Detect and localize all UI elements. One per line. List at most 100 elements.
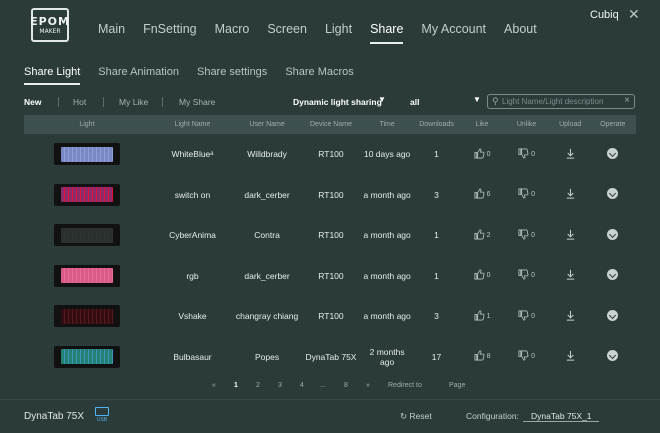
chevron-circle-icon[interactable]: [607, 309, 619, 321]
chevron-circle-icon[interactable]: [607, 188, 619, 200]
nav-share[interactable]: Share: [370, 22, 404, 44]
clear-icon[interactable]: ×: [624, 95, 630, 106]
page-3[interactable]: 3: [278, 382, 282, 389]
light-name: rgb: [186, 270, 199, 281]
like-count: 2: [486, 231, 491, 239]
time-cell: 10 days ago: [363, 149, 411, 160]
usb-label: USB: [96, 417, 108, 423]
downloads-cell: 1: [434, 230, 439, 241]
like-button[interactable]: 2: [474, 229, 491, 242]
tab-share-settings[interactable]: Share settings: [197, 66, 267, 78]
unlike-button[interactable]: 0: [518, 148, 535, 161]
like-button[interactable]: 0: [474, 269, 490, 282]
unlike-cell: 0: [502, 188, 550, 201]
nav-macro[interactable]: Macro: [215, 22, 250, 36]
user-name[interactable]: Cubiq: [590, 9, 619, 21]
light-thumbnail-cell: [24, 345, 150, 368]
light-thumbnail-cell: [24, 264, 150, 287]
next-page-button[interactable]: »: [366, 382, 370, 389]
page-label: Page: [449, 382, 466, 389]
keyboard-thumbnail[interactable]: [53, 143, 120, 166]
filter-hot[interactable]: Hot: [73, 97, 86, 107]
tab-share-light[interactable]: Share Light: [24, 66, 81, 85]
thumbs-down-icon: [518, 188, 529, 201]
tab-share-macros[interactable]: Share Macros: [285, 66, 353, 78]
caret-down-icon[interactable]: ▼: [378, 95, 386, 104]
filter-my-like[interactable]: My Like: [119, 97, 148, 107]
operate-cell: [590, 309, 636, 323]
keyboard-thumbnail[interactable]: [53, 345, 120, 368]
page-8[interactable]: 8: [344, 382, 348, 389]
nav-main[interactable]: Main: [98, 22, 125, 36]
nav-fnsetting[interactable]: FnSetting: [143, 22, 197, 36]
nav-about[interactable]: About: [504, 22, 537, 36]
page-2[interactable]: 2: [256, 382, 260, 389]
keyboard-thumbnail[interactable]: [53, 224, 120, 247]
tab-share-animation[interactable]: Share Animation: [98, 66, 179, 78]
like-count: 0: [486, 150, 491, 158]
download-icon[interactable]: [551, 148, 590, 161]
unlike-button[interactable]: 0: [518, 350, 535, 363]
nav-screen[interactable]: Screen: [267, 22, 307, 36]
device-name-cell: RT100: [318, 149, 344, 160]
like-button[interactable]: 0: [474, 148, 491, 161]
unlike-button[interactable]: 0: [518, 229, 535, 242]
download-icon[interactable]: [551, 350, 590, 363]
scope-select[interactable]: all: [410, 97, 419, 107]
table-header: Light Light Name User Name Device Name T…: [24, 115, 636, 134]
page-1[interactable]: 1: [234, 382, 238, 389]
operate-cell: [590, 147, 636, 161]
chevron-circle-icon[interactable]: [607, 147, 619, 159]
search-input[interactable]: [502, 96, 620, 107]
light-share-table: Light Light Name User Name Device Name T…: [24, 115, 636, 377]
prev-page-button[interactable]: «: [212, 382, 216, 389]
keyboard-thumbnail[interactable]: [53, 183, 120, 206]
usb-keyboard-icon: USB: [95, 407, 109, 425]
close-icon[interactable]: ✕: [628, 6, 640, 23]
like-cell: 0: [462, 269, 503, 282]
light-name: Vshake: [178, 311, 207, 322]
chevron-circle-icon[interactable]: [607, 228, 619, 240]
chevron-circle-icon[interactable]: [607, 269, 619, 281]
download-icon[interactable]: [551, 188, 590, 201]
brand-logo: EPOM MAKER: [30, 8, 69, 42]
divider: [103, 97, 104, 107]
like-button[interactable]: 6: [474, 188, 490, 201]
unlike-button[interactable]: 0: [518, 188, 535, 201]
unlike-count: 0: [531, 312, 536, 320]
nav-light[interactable]: Light: [325, 22, 352, 36]
reset-button[interactable]: ↻ Reset: [400, 411, 432, 422]
divider: [58, 97, 59, 107]
config-select[interactable]: DynaTab 75X_1: [523, 411, 600, 422]
col-time: Time: [379, 121, 395, 128]
download-icon[interactable]: [551, 269, 590, 282]
download-icon[interactable]: [551, 229, 590, 242]
search-box: ⚲ ×: [487, 94, 635, 109]
caret-down-icon[interactable]: ▼: [473, 95, 481, 104]
divider: [162, 97, 163, 107]
config-label: Configuration:: [466, 411, 519, 421]
unlike-cell: 0: [502, 350, 550, 363]
unlike-button[interactable]: 0: [518, 269, 535, 282]
keyboard-thumbnail[interactable]: [53, 305, 120, 328]
col-upload: Upload: [559, 121, 582, 128]
refresh-icon: ↻: [400, 411, 408, 421]
user-name-cell: changray chiang: [235, 311, 299, 322]
redirect-label: Redirect to: [388, 382, 422, 389]
chevron-circle-icon[interactable]: [607, 350, 619, 362]
like-cell: 6: [462, 188, 503, 201]
thumbs-up-icon: [474, 148, 485, 161]
col-light-name: Light Name: [174, 121, 211, 128]
share-subtabs: Share Light Share Animation Share settin…: [24, 66, 372, 85]
category-select[interactable]: Dynamic light sharing: [293, 97, 382, 107]
filter-my-share[interactable]: My Share: [179, 97, 215, 107]
page-4[interactable]: 4: [300, 382, 304, 389]
keyboard-thumbnail[interactable]: [53, 264, 120, 287]
like-button[interactable]: 1: [474, 310, 490, 323]
download-icon[interactable]: [551, 310, 590, 323]
nav-my-account[interactable]: My Account: [421, 22, 486, 36]
filter-new[interactable]: New: [24, 97, 41, 107]
like-button[interactable]: 8: [474, 350, 490, 363]
operate-cell: [590, 269, 636, 282]
unlike-button[interactable]: 0: [518, 310, 535, 323]
